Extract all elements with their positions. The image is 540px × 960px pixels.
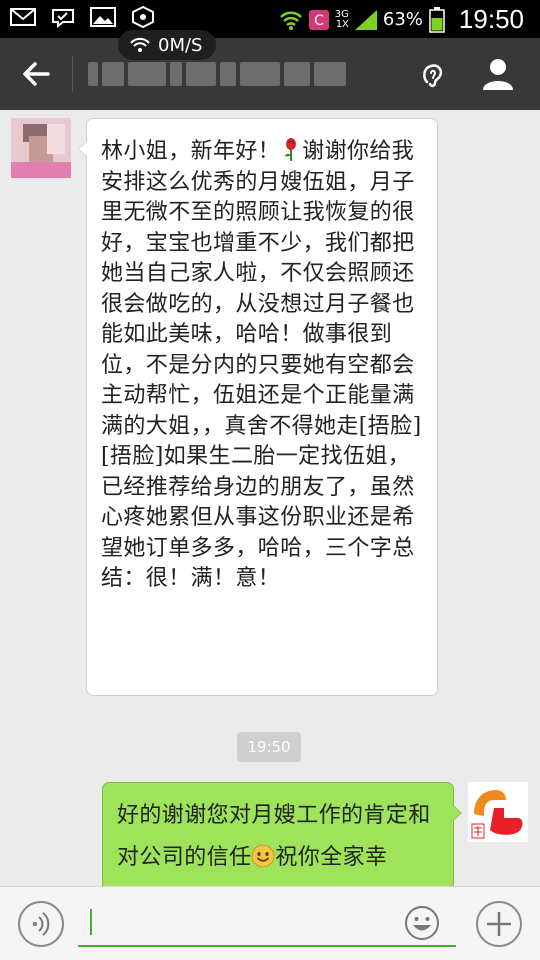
mail-icon (10, 8, 36, 26)
ear-icon[interactable] (418, 60, 448, 90)
voice-input-button[interactable] (18, 901, 64, 947)
emoji-icon[interactable] (404, 905, 440, 941)
hexagon-icon (132, 6, 154, 28)
rose-emoji-icon (285, 138, 297, 161)
chat-header (0, 38, 540, 110)
svg-text:C: C (314, 13, 324, 29)
contact-avatar[interactable] (11, 118, 71, 178)
my-avatar[interactable] (468, 782, 528, 842)
contact-name-redacted (88, 60, 378, 88)
wifi-icon (279, 11, 302, 30)
notification-icons (10, 6, 156, 28)
outgoing-message-text: 好的谢谢您对月嫂工作的肯定和对公司的信任 祝你全家幸 (117, 803, 431, 870)
person-icon[interactable] (480, 56, 516, 92)
incoming-message-bubble[interactable]: 林小姐，新年好！ 谢谢你给我安排这么优秀的月嫂伍姐，月子里无微不至的照顾让我恢复的… (78, 118, 438, 696)
status-bar: C 3G 1X 63% 19:50 (0, 0, 540, 38)
network-speed-indicator: 0M/S (118, 30, 217, 60)
speed-text: 0M/S (158, 34, 203, 56)
battery-icon (429, 6, 445, 33)
voice-icon (33, 912, 50, 936)
header-divider (72, 56, 73, 92)
chat-history[interactable]: 林小姐，新年好！ 谢谢你给我安排这么优秀的月嫂伍姐，月子里无微不至的照顾让我恢复的… (0, 110, 540, 886)
message-text-field[interactable] (78, 897, 456, 947)
status-right: C 3G 1X 63% 19:50 (279, 4, 524, 35)
network-type: 3G 1X (334, 8, 349, 30)
image-icon (90, 7, 116, 27)
plus-icon (487, 912, 511, 936)
status-clock: 19:50 (458, 4, 524, 34)
incoming-message-text: 林小姐，新年好！ 谢谢你给我安排这么优秀的月嫂伍姐，月子里无微不至的照顾让我恢复的… (101, 138, 422, 591)
app-c-icon: C (308, 9, 329, 30)
outgoing-message-bubble[interactable]: 好的谢谢您对月嫂工作的肯定和对公司的信任 祝你全家幸 (102, 782, 462, 886)
company-logo (468, 782, 528, 842)
signal-icon (354, 9, 377, 30)
battery-percent: 63% (382, 9, 423, 30)
wifi-icon (130, 37, 150, 52)
arrow-left-icon[interactable] (18, 58, 54, 90)
text-cursor (90, 909, 92, 935)
message-input-bar (0, 886, 540, 960)
message-timestamp: 19:50 (237, 732, 301, 762)
smiley-emoji-icon (251, 844, 275, 868)
sync-chat-icon (52, 9, 74, 28)
more-options-button[interactable] (476, 901, 522, 947)
